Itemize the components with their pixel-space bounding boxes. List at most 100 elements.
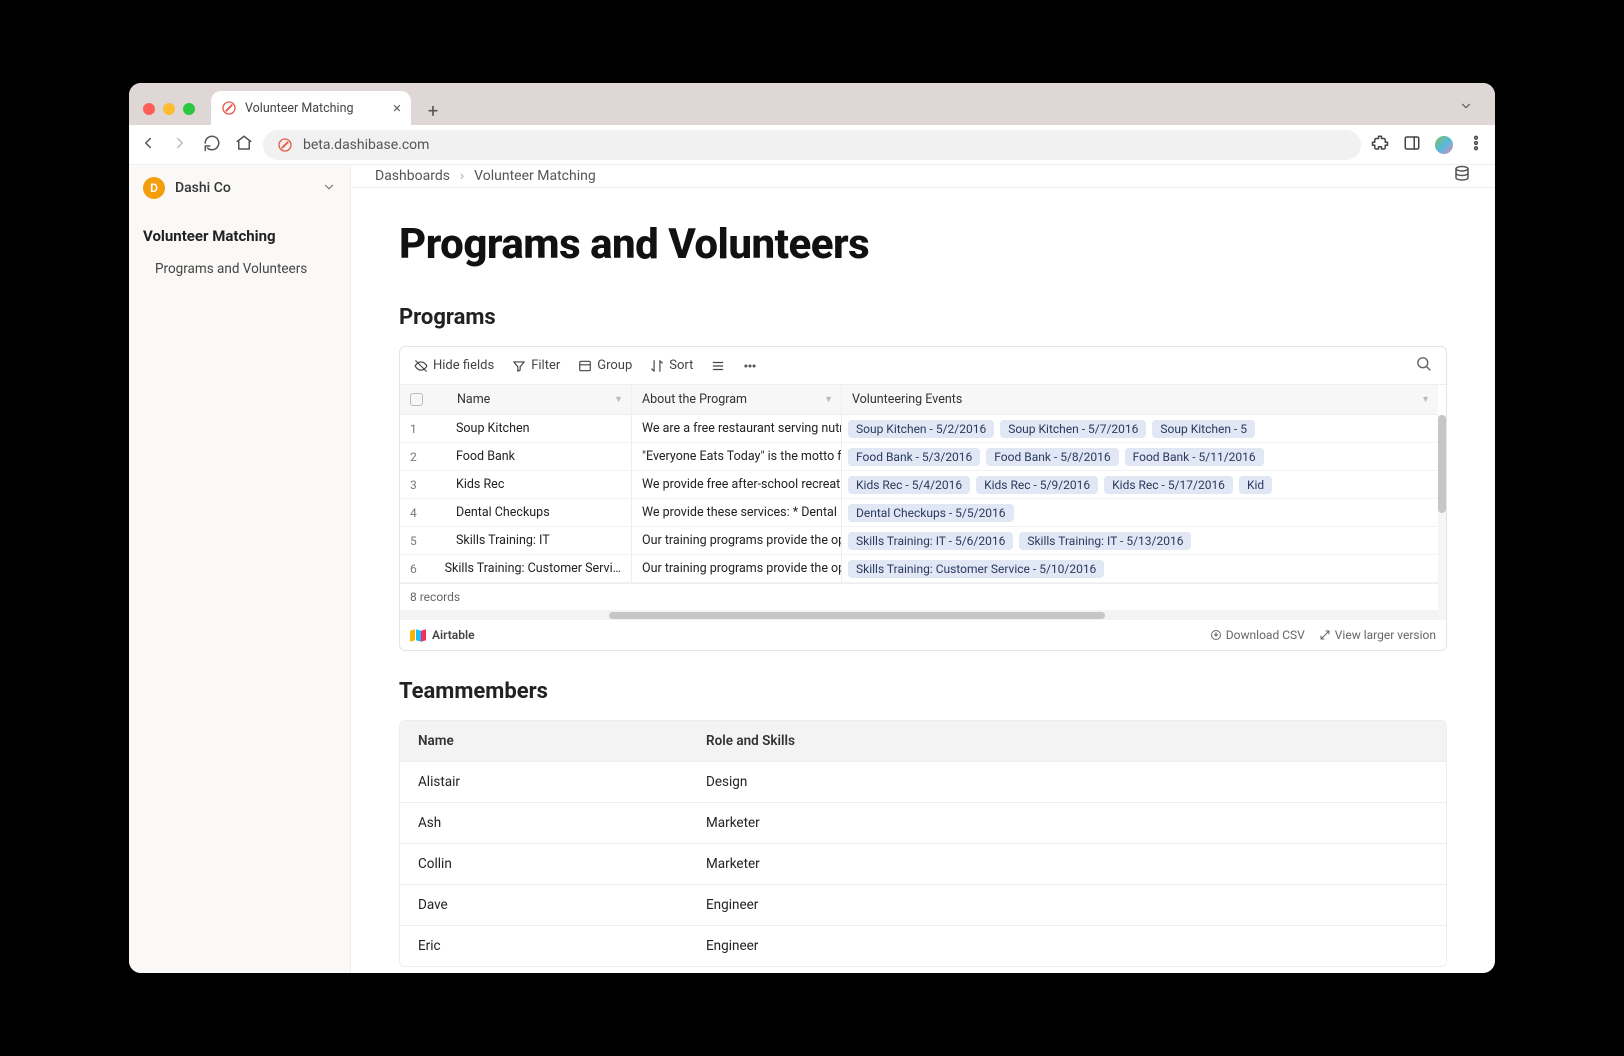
browser-tab[interactable]: Volunteer Matching × [211,91,411,125]
sort-button[interactable]: Sort [650,358,693,373]
table-cell-about[interactable]: We are a free restaurant serving nutri… [632,415,841,443]
hide-fields-button[interactable]: Hide fields [414,358,494,373]
team-col-name: Name [418,733,706,749]
tabs-dropdown-button[interactable] [1459,98,1485,125]
row-height-button[interactable] [711,359,725,373]
minimize-window-button[interactable] [163,103,175,115]
window-controls [139,103,203,125]
vertical-scrollbar[interactable] [1438,415,1446,620]
event-tag[interactable]: Kids Rec - 5/4/2016 [848,476,970,494]
record-count: 8 records [400,583,1438,610]
table-cell-events[interactable]: Skills Training: Customer Service - 5/10… [842,555,1438,583]
event-tag[interactable]: Food Bank - 5/8/2016 [986,448,1118,466]
table-cell-events[interactable]: Soup Kitchen - 5/2/2016 Soup Kitchen - 5/… [842,415,1438,443]
event-tag[interactable]: Skills Training: IT - 5/13/2016 [1019,532,1191,550]
tab-close-button[interactable]: × [393,101,401,116]
event-tag[interactable]: Food Bank - 5/3/2016 [848,448,980,466]
tab-favicon [221,100,237,116]
airtable-toolbar: Hide fields Filter Group Sort [400,347,1446,385]
sidebar: D Dashi Co Volunteer Matching Programs a… [129,165,351,973]
view-larger-button[interactable]: View larger version [1319,628,1436,642]
team-row[interactable]: EricEngineer [400,925,1446,966]
table-cell-events[interactable]: Dental Checkups - 5/5/2016 [842,499,1438,527]
team-table: Name Role and Skills AlistairDesignAshMa… [399,720,1447,967]
browser-chrome: Volunteer Matching × + beta.dashibase.co… [129,83,1495,165]
table-row[interactable]: 1Soup Kitchen [400,415,631,443]
event-tag[interactable]: Soup Kitchen - 5/2/2016 [848,420,994,438]
tab-title: Volunteer Matching [245,101,354,116]
horizontal-scrollbar[interactable] [400,610,1438,620]
kebab-menu-button[interactable] [1467,134,1485,156]
event-tag[interactable]: Food Bank - 5/11/2016 [1125,448,1264,466]
column-header-events[interactable]: Volunteering Events ▼ [842,385,1438,415]
site-icon [277,137,293,153]
event-tag[interactable]: Skills Training: Customer Service - 5/10… [848,560,1104,578]
home-button[interactable] [235,134,253,156]
table-cell-about[interactable]: Our training programs provide the op… [632,527,841,555]
column-header-name[interactable]: Name ▼ [400,385,631,415]
event-tag[interactable]: Kid [1239,476,1272,494]
table-cell-about[interactable]: Our training programs provide the op… [632,555,841,583]
filter-button[interactable]: Filter [512,358,560,373]
table-row[interactable]: 5Skills Training: IT [400,527,631,555]
table-cell-events[interactable]: Food Bank - 5/3/2016 Food Bank - 5/8/2016… [842,443,1438,471]
extensions-button[interactable] [1371,134,1389,156]
airtable-logo-icon [410,630,426,641]
page-title: Programs and Volunteers [399,220,1447,269]
breadcrumb-root[interactable]: Dashboards [375,168,450,184]
column-header-about[interactable]: About the Program ▼ [632,385,841,415]
event-tag[interactable]: Kids Rec - 5/9/2016 [976,476,1098,494]
table-cell-about[interactable]: "Everyone Eats Today" is the motto f… [632,443,841,471]
table-row[interactable]: 6Skills Training: Customer Servi… [400,555,631,583]
team-row[interactable]: DaveEngineer [400,884,1446,925]
workspace-avatar: D [143,177,165,199]
team-row[interactable]: CollinMarketer [400,843,1446,884]
main-content: Dashboards › Volunteer Matching Programs… [351,165,1495,973]
team-row[interactable]: AlistairDesign [400,761,1446,802]
sidebar-item-programs[interactable]: Programs and Volunteers [141,255,338,283]
programs-heading: Programs [399,305,1447,330]
back-button[interactable] [139,134,157,156]
url-text: beta.dashibase.com [303,137,429,153]
breadcrumb-separator: › [460,168,464,184]
airtable-footer: Airtable Download CSV View larger versio… [400,620,1446,650]
maximize-window-button[interactable] [183,103,195,115]
event-tag[interactable]: Dental Checkups - 5/5/2016 [848,504,1014,522]
event-tag[interactable]: Soup Kitchen - 5 [1152,420,1255,438]
table-row[interactable]: 4Dental Checkups [400,499,631,527]
table-row[interactable]: 2Food Bank [400,443,631,471]
team-heading: Teammembers [399,679,1447,704]
close-window-button[interactable] [143,103,155,115]
address-bar[interactable]: beta.dashibase.com [263,130,1361,160]
breadcrumb: Dashboards › Volunteer Matching [351,165,1495,188]
breadcrumb-current: Volunteer Matching [474,168,596,184]
event-tag[interactable]: Skills Training: IT - 5/6/2016 [848,532,1013,550]
programs-table-frame: Hide fields Filter Group Sort [399,346,1447,651]
table-cell-events[interactable]: Kids Rec - 5/4/2016 Kids Rec - 5/9/2016 Ki… [842,471,1438,499]
airtable-brand[interactable]: Airtable [410,628,475,642]
panel-button[interactable] [1403,134,1421,156]
team-table-header: Name Role and Skills [400,721,1446,761]
download-csv-button[interactable]: Download CSV [1210,628,1305,642]
select-all-checkbox[interactable] [410,393,423,406]
more-options-button[interactable] [743,359,757,373]
sidebar-title: Volunteer Matching [141,221,338,255]
event-tag[interactable]: Soup Kitchen - 5/7/2016 [1000,420,1146,438]
team-col-role: Role and Skills [706,733,795,749]
workspace-name: Dashi Co [175,180,312,196]
search-button[interactable] [1415,355,1432,376]
table-cell-about[interactable]: We provide free after-school recreati… [632,471,841,499]
profile-avatar[interactable] [1435,136,1453,154]
forward-button[interactable] [171,134,189,156]
group-button[interactable]: Group [578,358,632,373]
new-tab-button[interactable]: + [419,97,447,125]
table-row[interactable]: 3Kids Rec [400,471,631,499]
workspace-switcher[interactable]: D Dashi Co [129,165,350,211]
database-icon[interactable] [1453,165,1471,187]
reload-button[interactable] [203,134,221,156]
team-row[interactable]: AshMarketer [400,802,1446,843]
table-cell-events[interactable]: Skills Training: IT - 5/6/2016 Skills Tra… [842,527,1438,555]
event-tag[interactable]: Kids Rec - 5/17/2016 [1104,476,1233,494]
chevron-down-icon [322,179,336,198]
table-cell-about[interactable]: We provide these services: * Dental … [632,499,841,527]
